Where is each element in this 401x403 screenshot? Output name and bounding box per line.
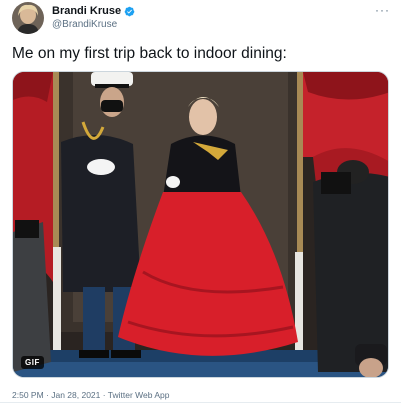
tweet-source[interactable]: Twitter Web App bbox=[108, 390, 170, 400]
verified-badge-icon bbox=[124, 6, 135, 16]
author-name-row[interactable]: Brandi Kruse bbox=[52, 5, 135, 17]
author-avatar[interactable] bbox=[12, 2, 44, 34]
author-handle[interactable]: @BrandiKruse bbox=[52, 19, 117, 30]
tweet-date[interactable]: Jan 28, 2021 bbox=[51, 390, 100, 400]
more-options-icon[interactable]: ··· bbox=[375, 3, 390, 17]
tweet-text: Me on my first trip back to indoor dinin… bbox=[12, 45, 287, 62]
tweet-time[interactable]: 2:50 PM bbox=[12, 390, 44, 400]
tweet-card: Brandi Kruse @BrandiKruse ··· Me on my f… bbox=[0, 0, 401, 403]
gif-badge: GIF bbox=[21, 356, 44, 369]
tweet-metadata: 2:50 PM · Jan 28, 2021 · Twitter Web App bbox=[12, 390, 170, 400]
author-name[interactable]: Brandi Kruse bbox=[52, 5, 121, 17]
meta-separator: · bbox=[100, 390, 108, 400]
tweet-gif-media[interactable]: GIF bbox=[12, 71, 389, 378]
gif-frame-image bbox=[13, 72, 388, 377]
